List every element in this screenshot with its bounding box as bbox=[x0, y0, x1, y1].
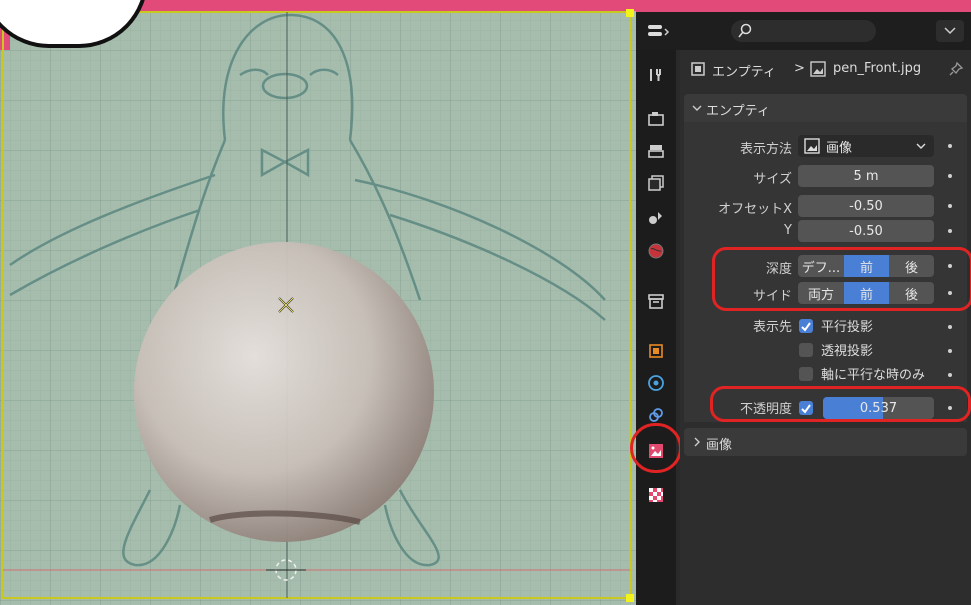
orthographic-checkbox[interactable] bbox=[799, 319, 813, 333]
keyframe-dot[interactable] bbox=[948, 349, 952, 353]
depth-side-highlight bbox=[712, 247, 971, 311]
viewport-canvas bbox=[0, 0, 636, 605]
show-in-label: 表示先 bbox=[752, 320, 792, 335]
physics-icon bbox=[648, 375, 664, 391]
chevron-down-icon bbox=[944, 27, 956, 35]
empty-panel-title: エンプティ bbox=[706, 104, 770, 119]
axis-aligned-checkbox[interactable] bbox=[799, 367, 813, 381]
collection-box-icon bbox=[648, 294, 664, 309]
tab-scene[interactable] bbox=[644, 206, 668, 228]
keyframe-dot[interactable] bbox=[948, 204, 952, 208]
display-value: 画像 bbox=[826, 140, 853, 156]
orthographic-label: 平行投影 bbox=[821, 320, 874, 335]
chevron-down-icon bbox=[916, 143, 926, 149]
display-label: 表示方法 bbox=[739, 142, 792, 157]
keyframe-dot[interactable] bbox=[948, 144, 952, 148]
keyframe-dot[interactable] bbox=[948, 373, 952, 377]
scene-icon bbox=[649, 212, 662, 224]
opacity-highlight bbox=[710, 386, 971, 422]
tab-render[interactable] bbox=[644, 108, 668, 130]
object-square-icon bbox=[649, 344, 663, 358]
image-icon bbox=[810, 61, 826, 77]
size-field[interactable]: 5 m bbox=[798, 165, 934, 187]
image-panel-title: 画像 bbox=[706, 438, 733, 453]
search-input[interactable] bbox=[731, 20, 876, 42]
image-panel-header[interactable]: 画像 bbox=[684, 428, 967, 456]
image-tab-highlight bbox=[630, 423, 682, 473]
size-label: サイズ bbox=[753, 172, 792, 187]
checker-texture-icon bbox=[649, 488, 663, 502]
perspective-checkbox[interactable] bbox=[799, 343, 813, 357]
offset-x-value: -0.50 bbox=[849, 198, 883, 214]
options-dropdown[interactable] bbox=[936, 20, 964, 42]
empty-object-icon bbox=[691, 62, 705, 76]
properties-panel: エンプティ > pen_Front.jpg エンプティ 表示方法 画像 サイズ … bbox=[680, 50, 971, 605]
keyframe-dot[interactable] bbox=[948, 325, 952, 329]
breadcrumb-object-label: エンプティ bbox=[712, 65, 776, 80]
axis-aligned-label: 軸に平行な時のみ bbox=[821, 368, 926, 383]
keyframe-dot[interactable] bbox=[948, 174, 952, 178]
perspective-label: 透視投影 bbox=[821, 344, 874, 359]
tab-tool[interactable] bbox=[644, 64, 668, 86]
size-value: 5 m bbox=[853, 168, 879, 184]
properties-editor: エンプティ > pen_Front.jpg エンプティ 表示方法 画像 サイズ … bbox=[630, 0, 971, 605]
pin-icon[interactable] bbox=[948, 61, 964, 77]
render-icon bbox=[648, 112, 664, 126]
image-stack-icon bbox=[648, 175, 664, 191]
properties-header bbox=[636, 12, 971, 50]
tab-object[interactable] bbox=[644, 340, 668, 362]
tab-collection[interactable] bbox=[644, 290, 668, 312]
properties-tabs bbox=[636, 50, 676, 605]
chevron-down-icon bbox=[692, 105, 702, 111]
offset-y-field[interactable]: -0.50 bbox=[798, 220, 934, 242]
search-icon bbox=[738, 23, 752, 38]
checkmark-icon bbox=[801, 322, 811, 332]
offset-x-label: オフセットX bbox=[718, 202, 792, 217]
chevron-right-icon bbox=[694, 437, 700, 447]
breadcrumb: エンプティ > pen_Front.jpg bbox=[680, 50, 971, 90]
constraint-icon bbox=[649, 408, 663, 422]
offset-y-value: -0.50 bbox=[849, 223, 883, 239]
image-icon bbox=[804, 138, 820, 154]
tab-texture[interactable] bbox=[644, 484, 668, 506]
empty-panel-header[interactable]: エンプティ bbox=[684, 94, 967, 122]
offset-x-field[interactable]: -0.50 bbox=[798, 195, 934, 217]
app-root: エンプティ > pen_Front.jpg エンプティ 表示方法 画像 サイズ … bbox=[0, 0, 971, 605]
tab-physics[interactable] bbox=[644, 372, 668, 394]
tab-view-layer[interactable] bbox=[644, 172, 668, 194]
editor-type-button[interactable] bbox=[646, 20, 678, 42]
editor-type-icon bbox=[648, 25, 670, 36]
offset-y-label: Y bbox=[784, 223, 792, 238]
keyframe-dot[interactable] bbox=[948, 229, 952, 233]
3d-viewport[interactable] bbox=[0, 0, 636, 605]
display-dropdown[interactable]: 画像 bbox=[798, 135, 934, 157]
world-icon bbox=[648, 243, 664, 259]
breadcrumb-separator: > bbox=[794, 61, 805, 76]
tab-world[interactable] bbox=[644, 240, 668, 262]
top-strip bbox=[636, 0, 971, 12]
tool-icon bbox=[650, 69, 661, 81]
breadcrumb-image-label: pen_Front.jpg bbox=[833, 61, 922, 76]
printer-icon bbox=[648, 145, 664, 158]
tab-output[interactable] bbox=[644, 140, 668, 162]
